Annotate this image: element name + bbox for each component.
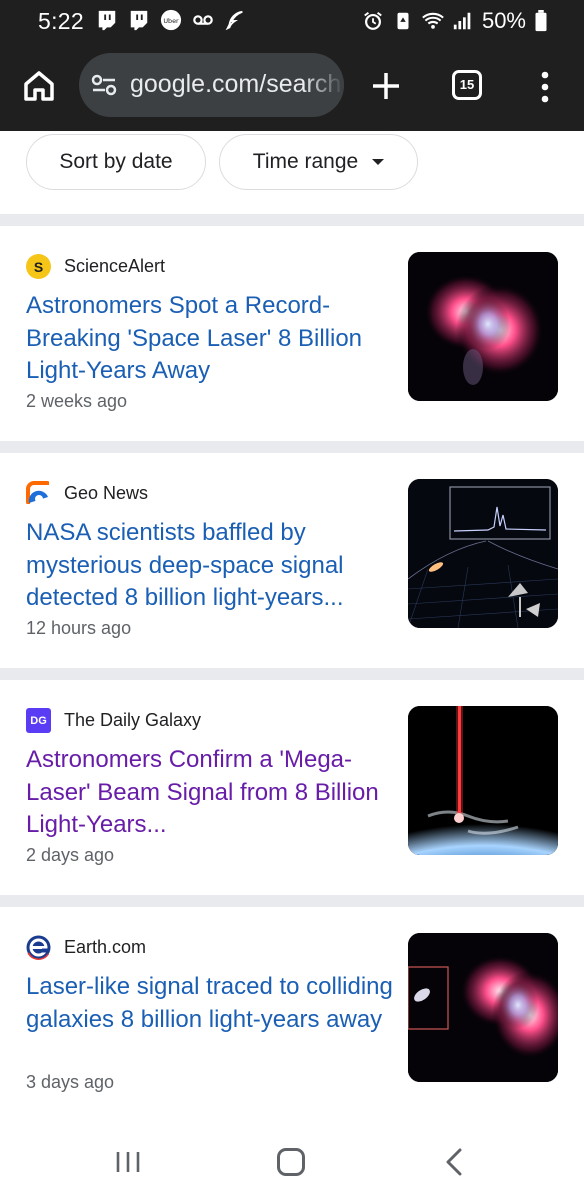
earth-com-favicon-icon	[26, 935, 51, 960]
twitch-icon	[98, 10, 116, 31]
source-row: S ScienceAlert	[26, 254, 165, 279]
divider	[0, 895, 584, 907]
result-thumbnail[interactable]	[408, 252, 558, 401]
result-age: 2 weeks ago	[26, 391, 128, 411]
twitch-icon	[130, 10, 148, 31]
battery-percent: 50%	[481, 8, 526, 33]
status-bar: 5:22 Uber 50%	[0, 0, 584, 42]
source-name: The Daily Galaxy	[64, 710, 202, 730]
signal-icon	[453, 12, 471, 30]
galaxy-image	[408, 252, 558, 401]
result-title-link[interactable]: Astronomers Spot a Record-Breaking 'Spac…	[26, 290, 396, 388]
time-range-label: Time range	[252, 150, 359, 173]
uber-icon: Uber	[160, 9, 182, 31]
time-range-chip[interactable]: Time range	[219, 134, 418, 190]
back-icon[interactable]	[443, 1148, 465, 1176]
divider	[0, 441, 584, 453]
divider	[0, 214, 584, 226]
news-result[interactable]: DG The Daily Galaxy Astronomers Confirm …	[0, 680, 584, 895]
wifi-icon	[422, 12, 444, 29]
source-name: Geo News	[64, 483, 149, 503]
notification-icons: Uber	[96, 9, 246, 31]
home-icon[interactable]	[20, 67, 58, 105]
result-thumbnail[interactable]	[408, 933, 558, 1082]
signal-graph-image	[408, 479, 558, 628]
voicemail-icon	[193, 15, 213, 25]
news-result[interactable]: Geo News NASA scientists baffled by myst…	[0, 453, 584, 668]
news-result[interactable]: Earth.com Laser-like signal traced to co…	[0, 907, 584, 1122]
dropdown-arrow-icon	[372, 159, 385, 165]
site-settings-icon[interactable]	[91, 73, 117, 97]
recent-apps-icon[interactable]	[115, 1150, 141, 1174]
source-row: Geo News	[26, 481, 148, 506]
browser-toolbar: google.com/search 15	[0, 42, 584, 131]
result-title-link[interactable]: NASA scientists baffled by mysterious de…	[26, 517, 396, 615]
laser-earth-image	[408, 706, 558, 855]
battery-icon	[535, 10, 547, 32]
more-options-icon[interactable]	[535, 68, 555, 106]
system-nav-bar	[0, 1122, 584, 1200]
result-title-link[interactable]: Laser-like signal traced to colliding ga…	[26, 971, 396, 1036]
new-tab-icon[interactable]	[369, 69, 403, 103]
sort-by-date-chip[interactable]: Sort by date	[26, 134, 206, 190]
sort-by-date-label: Sort by date	[59, 150, 173, 173]
geo-news-favicon-icon	[26, 481, 49, 504]
result-title-link[interactable]: Astronomers Confirm a 'Mega-Laser' Beam …	[26, 744, 396, 842]
status-time: 5:22	[38, 8, 84, 34]
source-name: Earth.com	[64, 937, 147, 957]
source-name: ScienceAlert	[64, 256, 166, 276]
source-row: DG The Daily Galaxy	[26, 708, 201, 733]
tab-switcher-button[interactable]: 15	[452, 70, 482, 100]
divider	[0, 668, 584, 680]
daily-galaxy-favicon-icon: DG	[26, 708, 51, 733]
result-thumbnail[interactable]	[408, 479, 558, 628]
colliding-galaxies-image	[408, 933, 558, 1082]
source-row: Earth.com	[26, 935, 146, 960]
news-result[interactable]: S ScienceAlert Astronomers Spot a Record…	[0, 226, 584, 441]
result-age: 2 days ago	[26, 845, 115, 865]
alarm-icon	[364, 11, 382, 30]
svg-text:Uber: Uber	[163, 17, 179, 25]
feather-icon	[225, 10, 243, 31]
result-age: 12 hours ago	[26, 618, 132, 638]
sciencealert-favicon-icon: S	[26, 254, 51, 279]
recycle-icon	[397, 12, 409, 30]
home-nav-icon[interactable]	[277, 1148, 305, 1176]
address-bar[interactable]: google.com/search	[79, 53, 344, 117]
result-age: 3 days ago	[26, 1072, 115, 1092]
system-status: 50%	[362, 8, 548, 34]
result-thumbnail[interactable]	[408, 706, 558, 855]
